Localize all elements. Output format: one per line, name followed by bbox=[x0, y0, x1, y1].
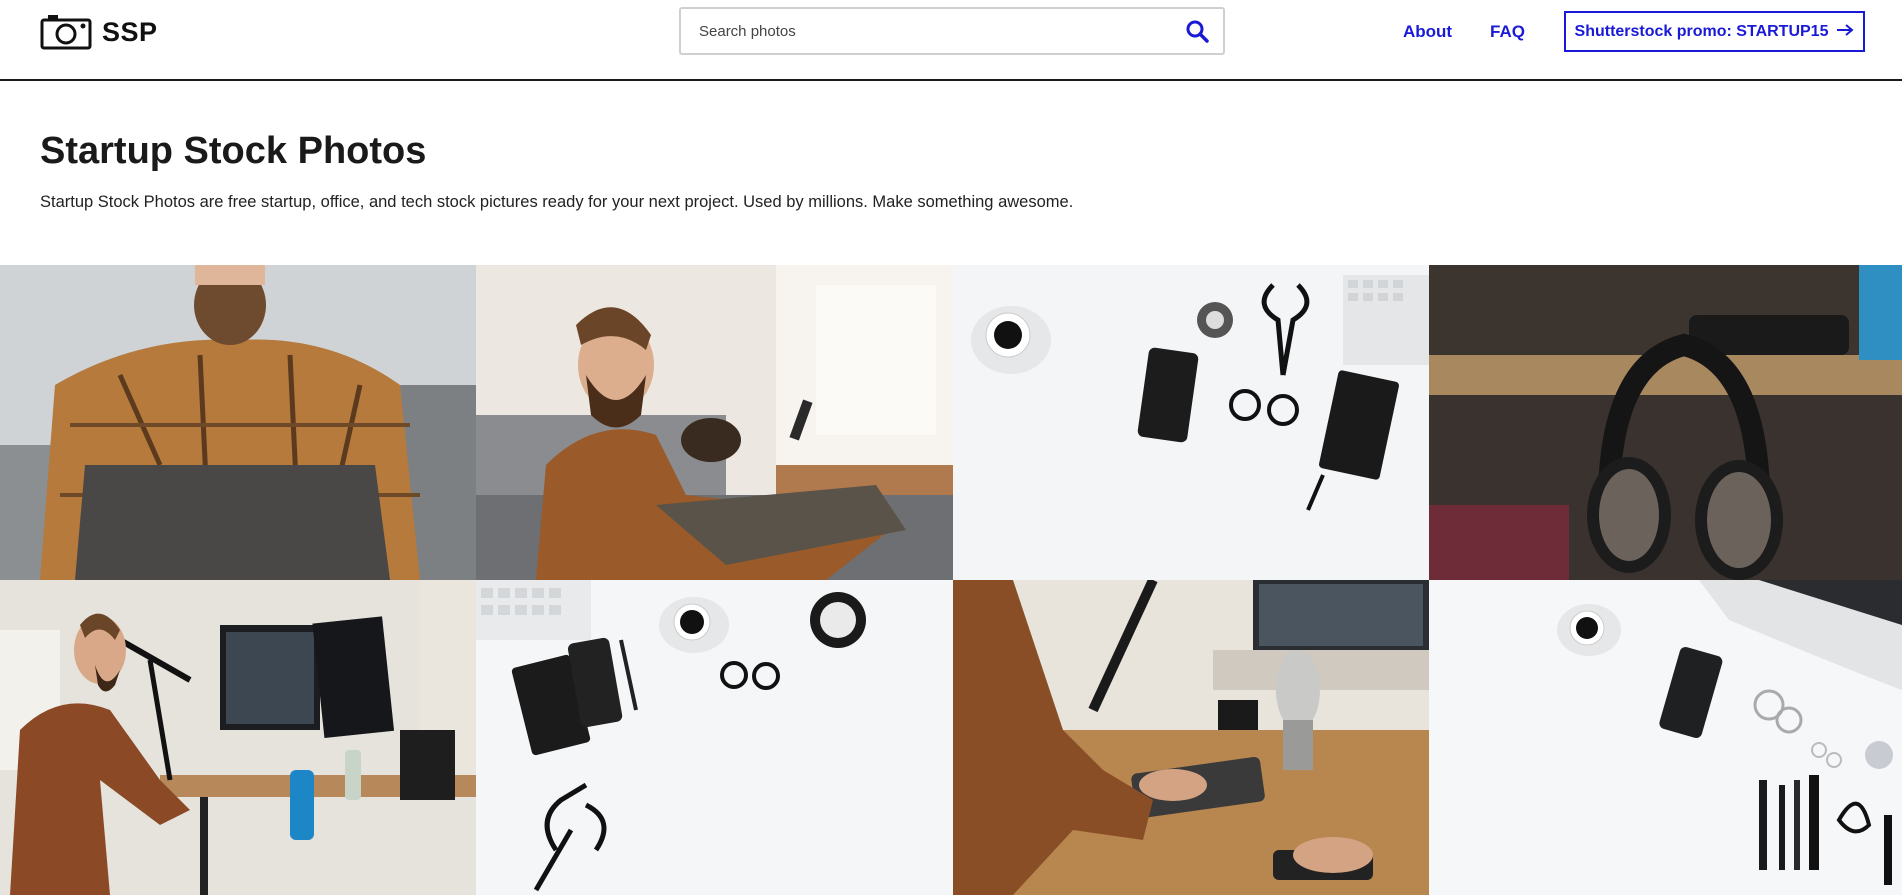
photo-tile[interactable] bbox=[0, 265, 476, 580]
search-box bbox=[679, 7, 1225, 55]
photo-image bbox=[953, 265, 1429, 580]
page-description: Startup Stock Photos are free startup, o… bbox=[40, 193, 1074, 211]
photo-tile[interactable] bbox=[476, 580, 953, 895]
page-title: Startup Stock Photos bbox=[40, 130, 427, 172]
photo-tile[interactable] bbox=[953, 580, 1429, 895]
search-input[interactable] bbox=[681, 9, 1171, 53]
photo-tile[interactable] bbox=[1429, 580, 1902, 895]
photo-tile[interactable] bbox=[476, 265, 953, 580]
nav-faq-link[interactable]: FAQ bbox=[1490, 22, 1525, 42]
search-icon[interactable] bbox=[1185, 19, 1211, 45]
photo-image bbox=[1429, 580, 1902, 895]
promo-button[interactable]: Shutterstock promo: STARTUP15 bbox=[1564, 11, 1865, 52]
logo-text: SSP bbox=[102, 16, 158, 47]
photo-image bbox=[1429, 265, 1902, 580]
nav-about-link[interactable]: About bbox=[1403, 22, 1452, 42]
camera-icon bbox=[40, 14, 92, 50]
photo-image bbox=[476, 580, 953, 895]
photo-tile[interactable] bbox=[953, 265, 1429, 580]
promo-label: Shutterstock promo: STARTUP15 bbox=[1574, 22, 1829, 40]
photo-image bbox=[0, 580, 476, 895]
arrow-right-icon bbox=[1836, 23, 1855, 41]
photo-tile[interactable] bbox=[0, 580, 476, 895]
photo-image bbox=[476, 265, 953, 580]
photo-grid bbox=[0, 265, 1902, 895]
photo-image bbox=[0, 265, 476, 580]
photo-tile[interactable] bbox=[1429, 265, 1902, 580]
logo-link[interactable]: SSP bbox=[40, 14, 158, 50]
photo-image bbox=[953, 580, 1429, 895]
site-header: SSP About FAQ Shutterstock promo: STARTU… bbox=[0, 0, 1902, 81]
